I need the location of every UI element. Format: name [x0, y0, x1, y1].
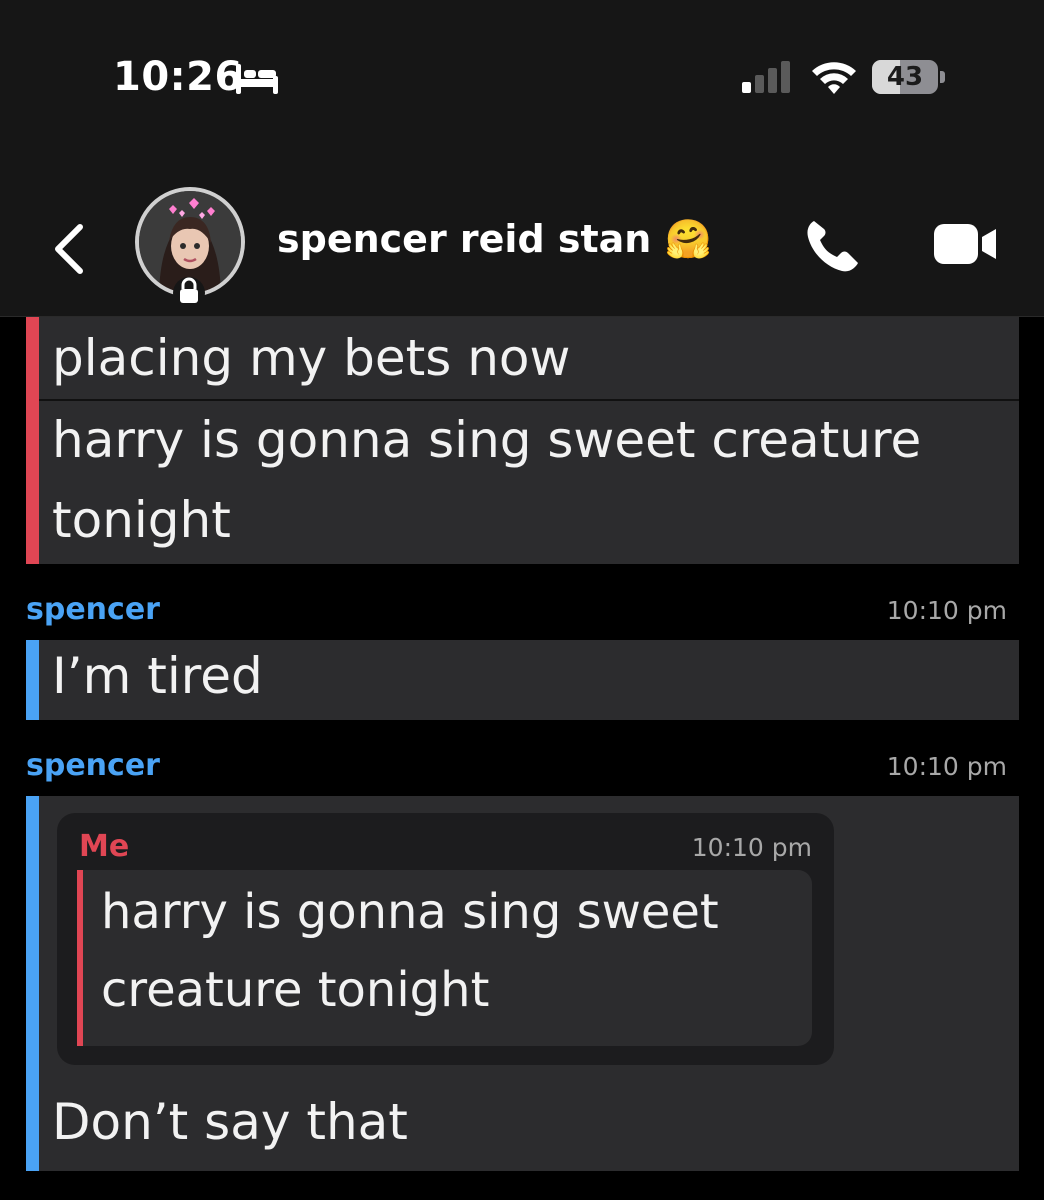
quote-accent-bar — [77, 870, 83, 1046]
wifi-icon — [812, 62, 856, 94]
quoted-text: creature tonight — [101, 962, 490, 1018]
battery-icon: 43 — [872, 60, 946, 94]
chat-header: spencer reid stan 🤗 — [0, 165, 1044, 317]
battery-level: 43 — [886, 62, 924, 92]
status-time: 10:26 — [113, 54, 243, 100]
message-timestamp: 10:10 pm — [886, 596, 1007, 625]
battery-nub — [940, 71, 945, 83]
quoted-timestamp: 10:10 pm — [691, 833, 812, 862]
quoted-message[interactable]: Me 10:10 pm harry is gonna sing sweet cr… — [57, 813, 834, 1065]
quoted-sender: Me — [79, 829, 130, 864]
message-timestamp: 10:10 pm — [886, 752, 1007, 781]
status-bar: 10:26 43 — [0, 0, 1044, 165]
message-accent-bar — [26, 317, 39, 564]
phone-icon[interactable] — [802, 215, 862, 275]
quoted-text: harry is gonna sing sweet — [101, 884, 719, 940]
sender-row: spencer 10:10 pm — [26, 748, 1007, 788]
quoted-text-box: harry is gonna sing sweet creature tonig… — [77, 870, 812, 1046]
contact-name[interactable]: spencer reid stan 🤗 — [277, 217, 712, 262]
message-text[interactable]: harry is gonna sing sweet creature — [52, 411, 921, 469]
chevron-left-icon[interactable] — [48, 221, 92, 277]
message-text[interactable]: Don’t say that — [52, 1093, 408, 1151]
message-accent-bar — [26, 796, 39, 1171]
message-text[interactable]: tonight — [52, 491, 231, 549]
message-text[interactable]: placing my bets now — [52, 329, 570, 387]
video-camera-icon[interactable] — [932, 221, 1000, 267]
lock-icon — [173, 277, 205, 309]
sender-row: spencer 10:10 pm — [26, 592, 1007, 632]
message-text[interactable]: I’m tired — [52, 647, 263, 705]
sender-name: spencer — [26, 592, 160, 627]
message-divider — [39, 399, 1019, 401]
message-spencer-1: I’m tired — [26, 640, 1019, 720]
message-spencer-2: Me 10:10 pm harry is gonna sing sweet cr… — [26, 796, 1019, 1171]
message-group-me: placing my bets now harry is gonna sing … — [26, 317, 1019, 564]
sleep-focus-icon — [236, 64, 278, 94]
cellular-signal-icon — [742, 61, 790, 93]
message-accent-bar — [26, 640, 39, 720]
sender-name: spencer — [26, 748, 160, 783]
